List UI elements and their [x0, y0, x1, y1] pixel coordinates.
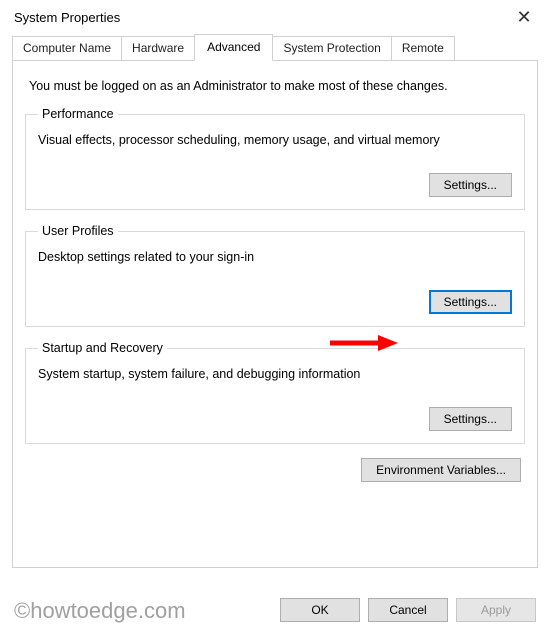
- apply-button[interactable]: Apply: [456, 598, 536, 622]
- titlebar: System Properties ✕: [0, 0, 550, 34]
- tab-computer-name[interactable]: Computer Name: [12, 36, 122, 63]
- startup-recovery-settings-button[interactable]: Settings...: [429, 407, 512, 431]
- user-profiles-settings-button[interactable]: Settings...: [429, 290, 512, 314]
- startup-recovery-legend: Startup and Recovery: [38, 341, 167, 355]
- tab-system-protection[interactable]: System Protection: [272, 36, 391, 63]
- performance-group: Performance Visual effects, processor sc…: [25, 107, 525, 210]
- user-profiles-group: User Profiles Desktop settings related t…: [25, 224, 525, 327]
- close-icon[interactable]: ✕: [510, 8, 538, 26]
- startup-recovery-group: Startup and Recovery System startup, sys…: [25, 341, 525, 444]
- performance-legend: Performance: [38, 107, 118, 121]
- tab-hardware[interactable]: Hardware: [121, 36, 195, 63]
- watermark: ©howtoedge.com: [14, 598, 186, 624]
- user-profiles-legend: User Profiles: [38, 224, 118, 238]
- cancel-button[interactable]: Cancel: [368, 598, 448, 622]
- performance-settings-button[interactable]: Settings...: [429, 173, 512, 197]
- tab-advanced[interactable]: Advanced: [194, 34, 273, 61]
- performance-desc: Visual effects, processor scheduling, me…: [38, 133, 512, 147]
- intro-text: You must be logged on as an Administrato…: [29, 79, 525, 93]
- startup-recovery-desc: System startup, system failure, and debu…: [38, 367, 512, 381]
- ok-button[interactable]: OK: [280, 598, 360, 622]
- tab-strip: Computer Name Hardware Advanced System P…: [0, 34, 550, 61]
- advanced-panel: You must be logged on as an Administrato…: [12, 60, 538, 568]
- window-title: System Properties: [14, 10, 120, 25]
- user-profiles-desc: Desktop settings related to your sign-in: [38, 250, 512, 264]
- environment-variables-button[interactable]: Environment Variables...: [361, 458, 521, 482]
- tab-remote[interactable]: Remote: [391, 36, 455, 63]
